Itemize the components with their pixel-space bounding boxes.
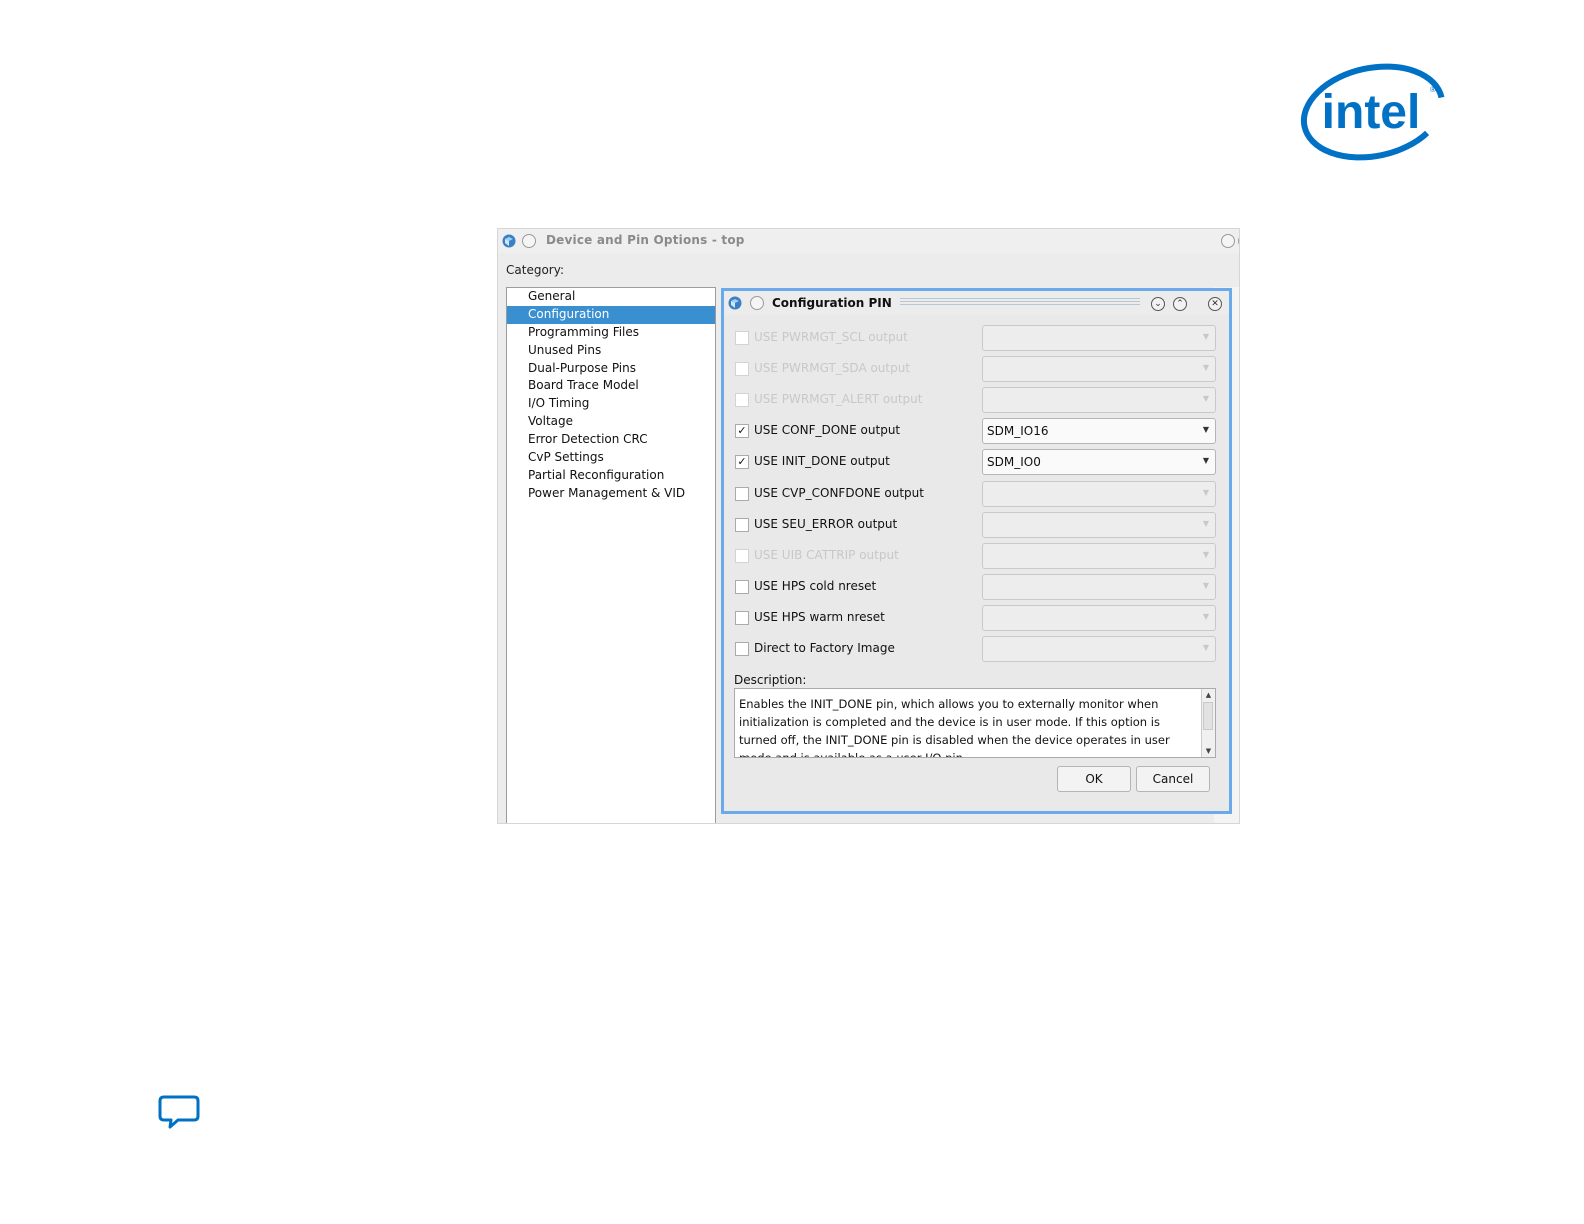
pin-select-hps-cold-nreset: ▼ [982,573,1216,600]
option-row-direct-to-factory-image: Direct to Factory Image ▼ [735,636,1216,662]
category-item-io-timing[interactable]: I/O Timing [507,395,715,413]
chevron-down-icon: ▼ [1202,456,1209,466]
pin-select-seu-error: ▼ [982,511,1216,538]
option-label: USE CONF_DONE output [754,423,901,438]
checkbox-direct-to-factory-image[interactable] [735,642,749,656]
option-label: USE UIB CATTRIP output [754,547,899,562]
cancel-button[interactable]: Cancel [1136,766,1210,792]
intel-logo: intel ® [1300,63,1446,161]
category-item-dual-purpose-pins[interactable]: Dual-Purpose Pins [507,360,715,378]
category-item-configuration[interactable]: Configuration [507,305,715,324]
checkbox-init-done[interactable]: ✓ [735,455,749,470]
pin-select-hps-warm-nreset: ▼ [982,604,1216,631]
description-text: Enables the INIT_DONE pin, which allows … [739,697,1170,758]
pin-select-direct-to-factory-image: ▼ [982,636,1216,662]
dialog-title: Configuration PIN [772,296,892,310]
chevron-down-icon: ▼ [1202,580,1209,590]
chevron-down-icon: ▼ [1202,643,1209,652]
dialog-titlebar[interactable]: Configuration PIN ⌄ ⌃ ✕ [724,291,1229,315]
window-titlebar[interactable]: Device and Pin Options - top [498,229,1239,253]
option-row-hps-cold-nreset: USE HPS cold nreset ▼ [735,573,1216,600]
chevron-down-icon: ▼ [1202,518,1209,528]
option-label: USE CVP_CONFDONE output [754,485,924,500]
pin-select-pwrmgt-alert: ▼ [982,387,1216,414]
option-row-hps-warm-nreset: USE HPS warm nreset ▼ [735,604,1216,631]
checkbox-uib-cattrip [735,548,749,563]
option-label: USE INIT_DONE output [754,454,890,469]
option-label: USE HPS warm nreset [754,609,885,624]
window-menu-icon[interactable] [522,234,536,248]
minimize-icon[interactable] [1221,234,1235,248]
chevron-down-icon: ▼ [1202,332,1209,341]
app-icon [728,296,742,310]
pin-select-cvp-confdone: ▼ [982,480,1216,507]
chevron-down-icon: ▼ [1202,394,1209,404]
svg-text:®: ® [1430,85,1436,94]
description-scrollbar[interactable]: ▲ ▼ [1201,689,1215,757]
pin-select-init-done[interactable]: SDM_IO0 ▼ [982,449,1216,476]
feedback-icon[interactable] [158,1094,200,1132]
svg-text:intel: intel [1322,86,1421,139]
pin-select-pwrmgt-scl: ▼ [982,325,1216,351]
option-row-init-done: ✓ USE INIT_DONE output SDM_IO0 ▼ [735,449,1216,476]
checkbox-hps-cold-nreset[interactable] [735,579,749,594]
pin-select-value: SDM_IO16 [987,424,1049,439]
chevron-down-icon: ▼ [1202,363,1209,373]
minimize-icon[interactable]: ⌄ [1151,297,1165,311]
pin-select-conf-done[interactable]: SDM_IO16 ▼ [982,418,1216,445]
checkbox-pwrmgt-sda [735,362,749,377]
checkbox-pwrmgt-scl [735,331,749,345]
category-item-unused-pins[interactable]: Unused Pins [507,342,715,360]
category-list: General Configuration Programming Files … [506,287,716,823]
titlebar-grip [900,298,1140,306]
option-row-uib-cattrip: USE UIB CATTRIP output ▼ [735,542,1216,569]
scroll-down-icon[interactable]: ▼ [1202,745,1215,757]
category-item-cvp-settings[interactable]: CvP Settings [507,449,715,467]
option-label: USE PWRMGT_SDA output [754,361,911,376]
option-row-pwrmgt-sda: USE PWRMGT_SDA output ▼ [735,356,1216,383]
app-icon [502,234,516,248]
checkbox-pwrmgt-alert [735,393,749,408]
option-label: USE HPS cold nreset [754,578,877,593]
checkbox-seu-error[interactable] [735,517,749,532]
category-item-partial-reconfiguration[interactable]: Partial Reconfiguration [507,467,715,485]
option-label: USE PWRMGT_SCL output [754,330,908,344]
ok-button[interactable]: OK [1057,766,1131,792]
close-icon[interactable] [1238,234,1239,248]
configuration-pin-dialog: Configuration PIN ⌄ ⌃ ✕ USE PWRMGT_SCL o… [721,288,1232,814]
category-item-board-trace-model[interactable]: Board Trace Model [507,377,715,395]
scroll-thumb[interactable] [1203,702,1213,730]
chevron-down-icon: ▼ [1202,611,1209,621]
category-label: Category: [506,263,564,277]
checkbox-cvp-confdone[interactable] [735,486,749,501]
checkbox-hps-warm-nreset[interactable] [735,610,749,625]
maximize-icon[interactable]: ⌃ [1173,297,1187,311]
option-label: USE PWRMGT_ALERT output [754,392,923,407]
option-label: Direct to Factory Image [754,641,895,655]
chevron-down-icon: ▼ [1202,487,1209,497]
category-item-voltage[interactable]: Voltage [507,413,715,431]
chevron-down-icon: ▼ [1202,425,1209,435]
option-row-conf-done: ✓ USE CONF_DONE output SDM_IO16 ▼ [735,418,1216,445]
description-box[interactable]: Enables the INIT_DONE pin, which allows … [734,688,1216,758]
option-row-pwrmgt-scl: USE PWRMGT_SCL output ▼ [735,325,1216,351]
option-row-pwrmgt-alert: USE PWRMGT_ALERT output ▼ [735,387,1216,414]
checkbox-conf-done[interactable]: ✓ [735,424,749,439]
dialog-menu-icon[interactable] [750,296,764,310]
description-label: Description: [734,673,807,687]
pin-select-uib-cattrip: ▼ [982,542,1216,569]
close-icon[interactable]: ✕ [1208,297,1222,311]
scroll-up-icon[interactable]: ▲ [1202,689,1215,701]
chevron-down-icon: ▼ [1202,549,1209,559]
category-item-general[interactable]: General [507,288,715,306]
pin-select-value: SDM_IO0 [987,455,1041,470]
window-title: Device and Pin Options - top [546,233,745,247]
pin-select-pwrmgt-sda: ▼ [982,356,1216,383]
category-item-error-detection-crc[interactable]: Error Detection CRC [507,431,715,449]
option-label: USE SEU_ERROR output [754,516,898,531]
option-row-cvp-confdone: USE CVP_CONFDONE output ▼ [735,480,1216,507]
category-item-power-management-vid[interactable]: Power Management & VID [507,485,715,503]
option-row-seu-error: USE SEU_ERROR output ▼ [735,511,1216,538]
category-item-programming-files[interactable]: Programming Files [507,324,715,342]
